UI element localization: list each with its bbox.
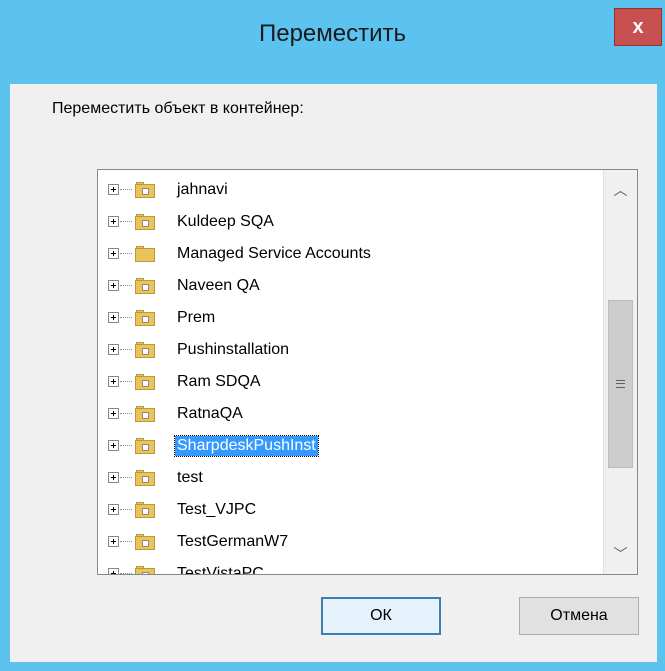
title-bar[interactable]: Переместить x [0, 0, 665, 84]
tree-item[interactable]: Pushinstallation [98, 335, 598, 367]
expand-plus-icon[interactable] [108, 504, 119, 515]
move-dialog: Переместить x Переместить объект в конте… [0, 0, 665, 671]
folder-ou-icon [135, 438, 155, 454]
folder-ou-icon [135, 310, 155, 326]
expand-plus-icon[interactable] [108, 344, 119, 355]
expand-plus-icon[interactable] [108, 184, 119, 195]
cancel-button[interactable]: Отмена [519, 597, 639, 635]
folder-ou-icon [135, 534, 155, 550]
tree-item-label[interactable]: TestVistaPC [175, 564, 266, 574]
folder-ou-icon [135, 406, 155, 422]
close-icon: x [632, 16, 644, 38]
tree-item-label[interactable]: test [175, 468, 205, 488]
tree-item[interactable]: Naveen QA [98, 271, 598, 303]
folder-ou-icon [135, 278, 155, 294]
expand-plus-icon[interactable] [108, 472, 119, 483]
tree-connector [120, 221, 132, 223]
tree-item[interactable]: SharpdeskPushInst [98, 431, 598, 463]
scroll-up-icon[interactable]: ︿ [604, 175, 637, 205]
expand-plus-icon[interactable] [108, 408, 119, 419]
tree-item[interactable]: Managed Service Accounts [98, 239, 598, 271]
tree-item-label[interactable]: SharpdeskPushInst [174, 435, 319, 457]
tree-connector [120, 253, 132, 255]
container-prompt-label: Переместить объект в контейнер: [52, 100, 304, 117]
tree-item[interactable]: TestGermanW7 [98, 527, 598, 559]
tree-connector [120, 541, 132, 543]
scroll-down-icon[interactable]: ﹀ [604, 539, 637, 569]
folder-ou-icon [135, 566, 155, 574]
expand-plus-icon[interactable] [108, 248, 119, 259]
expand-plus-icon[interactable] [108, 216, 119, 227]
tree-item-label[interactable]: Naveen QA [175, 276, 262, 296]
tree-item[interactable]: RatnaQA [98, 399, 598, 431]
tree-item[interactable]: test [98, 463, 598, 495]
expand-plus-icon[interactable] [108, 536, 119, 547]
folder-ou-icon [135, 342, 155, 358]
ok-button[interactable]: ОК [321, 597, 441, 635]
tree-item[interactable]: Ram SDQA [98, 367, 598, 399]
folder-ou-icon [135, 374, 155, 390]
tree-item[interactable]: jahnavi [98, 175, 598, 207]
expand-plus-icon[interactable] [108, 440, 119, 451]
tree-item-label[interactable]: jahnavi [175, 180, 230, 200]
tree-connector [120, 445, 132, 447]
folder-ou-icon [135, 470, 155, 486]
tree-item[interactable]: Prem [98, 303, 598, 335]
tree-item[interactable]: Test_VJPC [98, 495, 598, 527]
tree-item[interactable]: Kuldeep SQA [98, 207, 598, 239]
tree-connector [120, 317, 132, 319]
tree-item-label[interactable]: Test_VJPC [175, 500, 258, 520]
tree-item-label[interactable]: Pushinstallation [175, 340, 291, 360]
tree-connector [120, 413, 132, 415]
tree-connector [120, 285, 132, 287]
folder-icon [135, 246, 155, 262]
tree-connector [120, 381, 132, 383]
folder-ou-icon [135, 502, 155, 518]
folder-ou-icon [135, 182, 155, 198]
vertical-scrollbar[interactable]: ︿ ﹀ [603, 170, 637, 574]
close-button[interactable]: x [614, 8, 662, 46]
tree-item[interactable]: TestVistaPC [98, 559, 598, 574]
tree-connector [120, 189, 132, 191]
tree-item-label[interactable]: Kuldeep SQA [175, 212, 276, 232]
tree-item-label[interactable]: RatnaQA [175, 404, 245, 424]
tree-connector [120, 573, 132, 574]
expand-plus-icon[interactable] [108, 376, 119, 387]
tree-connector [120, 477, 132, 479]
tree-item-label[interactable]: Managed Service Accounts [175, 244, 373, 264]
grip-icon [616, 380, 625, 388]
tree-item-label[interactable]: TestGermanW7 [175, 532, 290, 552]
expand-plus-icon[interactable] [108, 568, 119, 574]
expand-plus-icon[interactable] [108, 312, 119, 323]
tree-connector [120, 509, 132, 511]
tree-item-label[interactable]: Ram SDQA [175, 372, 263, 392]
expand-plus-icon[interactable] [108, 280, 119, 291]
tree-connector [120, 349, 132, 351]
folder-ou-icon [135, 214, 155, 230]
window-title: Переместить [258, 20, 407, 47]
scroll-thumb[interactable] [608, 300, 633, 468]
container-tree[interactable]: jahnavi Kuldeep SQA Managed Service Accoun… [97, 169, 638, 575]
tree-item-label[interactable]: Prem [175, 308, 217, 328]
